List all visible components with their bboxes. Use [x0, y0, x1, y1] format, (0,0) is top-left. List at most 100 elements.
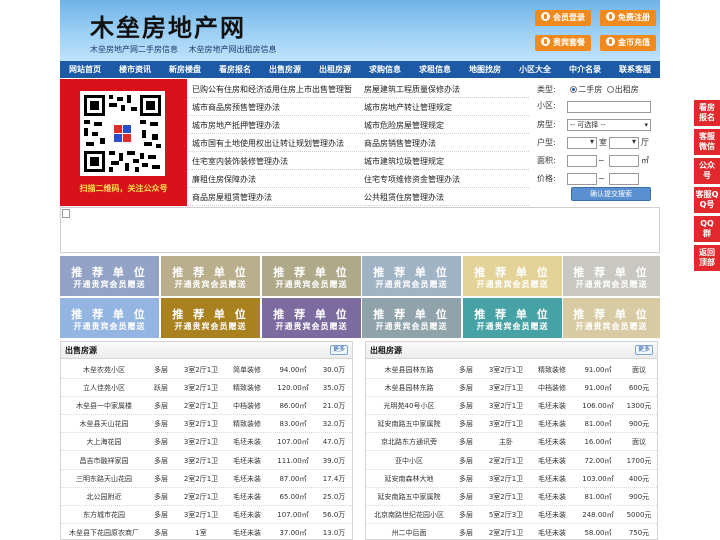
recommended-unit-ad[interactable]: 推 荐 单 位开通贵宾会员赠送 — [262, 298, 361, 338]
table-row[interactable]: 木垒县园林东路 多层 3室2厅1卫 精致装修 91.00㎡ 面议 — [366, 361, 657, 379]
listing-name-link[interactable]: 京北路东方通讯旁 — [368, 433, 450, 451]
policy-link[interactable]: 商品房销售管理办法 — [364, 135, 529, 152]
table-row[interactable]: 三明东路天山花园 多层 2室2厅1卫 毛坯未装 87.00㎡ 17.4万 — [61, 470, 352, 488]
table-row[interactable]: 延安南路五中家属院 多层 3室2厅1卫 毛坯未装 81.00㎡ 900元 — [366, 488, 657, 506]
layout-room-select[interactable]: ▾ — [567, 137, 597, 149]
table-row[interactable]: 木垒县下花园原农商厂 多层 1室 毛坯未装 37.00㎡ 13.0万 — [61, 524, 352, 540]
table-row[interactable]: 北公园附近 多层 2室2厅1卫 毛坯未装 65.00㎡ 25.0万 — [61, 488, 352, 506]
nav-rent-requests[interactable]: 求租信息 — [410, 61, 460, 78]
float-viewing-signup[interactable]: 看房 报名 — [694, 100, 720, 127]
policy-link[interactable]: 房屋建筑工程质量保修办法 — [364, 81, 529, 98]
table-row[interactable]: 昌吉市融祥家园 多层 3室2厅1卫 毛坯未装 111.00㎡ 39.0万 — [61, 452, 352, 470]
listing-name-link[interactable]: 木垒农苑小区 — [63, 361, 145, 379]
listing-name-link[interactable]: 三明东路天山花园 — [63, 470, 145, 488]
nav-viewing-signup[interactable]: 看房报名 — [210, 61, 260, 78]
recommended-unit-ad[interactable]: 推 荐 单 位开通贵宾会员赠送 — [563, 298, 660, 338]
policy-link[interactable]: 城市国有土地使用权出让转让规划管理办法 — [192, 135, 358, 152]
float-qq[interactable]: 客服Q Q号 — [694, 187, 720, 214]
listing-name-link[interactable]: 亚中小区 — [368, 452, 450, 470]
policy-link[interactable]: 住宅专项维修资金管理办法 — [364, 171, 529, 188]
recommended-unit-ad[interactable]: 推 荐 单 位开通贵宾会员赠送 — [362, 298, 461, 338]
table-row[interactable]: 京北路东方通讯旁 多层 主卧 毛坯未装 16.00㎡ 面议 — [366, 433, 657, 452]
free-register-button[interactable]: 免费注册 — [600, 10, 656, 26]
table-row[interactable]: 木垒农苑小区 多层 3室2厅1卫 简单装修 94.00㎡ 30.0万 — [61, 361, 352, 379]
nav-home[interactable]: 网站首页 — [60, 61, 110, 78]
area-min-input[interactable] — [567, 155, 597, 167]
table-row[interactable]: 东方城市花园 多层 3室2厅1卫 毛坯未装 107.00㎡ 56.0万 — [61, 506, 352, 524]
listing-name-link[interactable]: 光明苑40号小区 — [368, 397, 450, 415]
policy-link[interactable]: 廉租住房保障办法 — [192, 171, 358, 188]
nav-buy-requests[interactable]: 求购信息 — [360, 61, 410, 78]
table-row[interactable]: 州二中后面 多层 2室2厅1卫 毛坯未装 58.00㎡ 750元 — [366, 524, 657, 540]
recommended-unit-ad[interactable]: 推 荐 单 位开通贵宾会员赠送 — [262, 256, 361, 296]
table-row[interactable]: 北京南路世纪花园小区 多层 5室2厅3卫 毛坯未装 248.00㎡ 5000元 — [366, 506, 657, 524]
listing-name-link[interactable]: 北京南路世纪花园小区 — [368, 506, 450, 524]
policy-link[interactable]: 住宅室内装饰装修管理办法 — [192, 153, 358, 170]
nav-contact[interactable]: 联系客服 — [610, 61, 660, 78]
listing-name-link[interactable]: 木垒县下花园原农商厂 — [63, 524, 145, 540]
float-wechat[interactable]: 客服 微信 — [694, 129, 720, 156]
listing-name-link[interactable]: 延安南森林大地 — [368, 470, 450, 488]
subtitle-sale-link[interactable]: 木垒房地产网二手房信息 — [90, 45, 178, 54]
table-row[interactable]: 大上海花园 多层 3室2厅1卫 毛坯未装 107.00㎡ 47.0万 — [61, 433, 352, 452]
price-max-input[interactable] — [609, 173, 639, 185]
policy-link[interactable]: 公共租赁住房管理办法 — [364, 189, 529, 206]
listing-name-link[interactable]: 木垒县一中家属楼 — [63, 397, 145, 415]
table-row[interactable]: 光明苑40号小区 多层 3室2厅1卫 毛坯未装 106.00㎡ 1300元 — [366, 397, 657, 416]
recommended-unit-ad[interactable]: 推 荐 单 位开通贵宾会员赠送 — [60, 298, 159, 338]
price-min-input[interactable] — [567, 173, 597, 185]
table-row[interactable]: 木垒县园林东路 多层 3室2厅1卫 中档装修 91.00㎡ 600元 — [366, 379, 657, 398]
listing-name-link[interactable]: 立人佳苑小区 — [63, 379, 145, 397]
listing-name-link[interactable]: 北公园附近 — [63, 488, 145, 506]
recommended-unit-ad[interactable]: 推 荐 单 位开通贵宾会员赠送 — [463, 256, 562, 296]
listing-name-link[interactable]: 延安南路五中家属院 — [368, 415, 450, 433]
nav-news[interactable]: 楼市资讯 — [110, 61, 160, 78]
policy-link[interactable]: 城市房地产抵押管理办法 — [192, 117, 358, 134]
recommended-unit-ad[interactable]: 推 荐 单 位开通贵宾会员赠送 — [161, 256, 260, 296]
recommended-unit-ad[interactable]: 推 荐 单 位开通贵宾会员赠送 — [563, 256, 660, 296]
banner-ad[interactable] — [60, 207, 660, 253]
room-type-select[interactable]: -- 可选择 -- ▾ — [567, 119, 651, 131]
table-row[interactable]: 延安南路五中家属院 多层 3室2厅1卫 毛坯未装 81.00㎡ 900元 — [366, 415, 657, 434]
type-radio-rent[interactable]: 出租房 — [606, 85, 639, 94]
policy-link[interactable]: 城市房地产转让管理规定 — [364, 99, 529, 116]
listing-name-link[interactable]: 木垒县天山花园 — [63, 415, 145, 433]
search-submit-button[interactable]: 确认提交搜索 — [571, 187, 651, 201]
area-max-input[interactable] — [609, 155, 639, 167]
float-official-account[interactable]: 公众号 — [694, 158, 720, 185]
table-row[interactable]: 木垒县天山花园 多层 3室2厅1卫 精致装修 83.00㎡ 32.0万 — [61, 415, 352, 434]
listing-name-link[interactable]: 昌吉市融祥家园 — [63, 452, 145, 470]
listing-name-link[interactable]: 木垒县园林东路 — [368, 361, 450, 379]
policy-link[interactable]: 城市建筑垃圾管理规定 — [364, 153, 529, 170]
policy-link[interactable]: 已购公有住房和经济适用住房上市出售管理暂 — [192, 81, 358, 98]
rent-more-button[interactable]: 更多 — [635, 345, 653, 355]
community-input[interactable] — [567, 101, 651, 113]
float-qq-group[interactable]: QQ 群 — [694, 216, 720, 243]
sale-more-button[interactable]: 更多 — [330, 345, 348, 355]
listing-name-link[interactable]: 州二中后面 — [368, 524, 450, 540]
nav-sale-listings[interactable]: 出售房源 — [260, 61, 310, 78]
recommended-unit-ad[interactable]: 推 荐 单 位开通贵宾会员赠送 — [463, 298, 562, 338]
recommended-unit-ad[interactable]: 推 荐 单 位开通贵宾会员赠送 — [362, 256, 461, 296]
nav-map-search[interactable]: 地图找房 — [460, 61, 510, 78]
nav-new-homes[interactable]: 新房楼盘 — [160, 61, 210, 78]
listing-name-link[interactable]: 大上海花园 — [63, 433, 145, 451]
listing-name-link[interactable]: 木垒县园林东路 — [368, 379, 450, 397]
type-radio-sale[interactable]: 二手房 — [570, 85, 602, 94]
nav-rent-listings[interactable]: 出租房源 — [310, 61, 360, 78]
member-login-button[interactable]: 会员登录 — [535, 10, 591, 26]
nav-agents[interactable]: 中介名录 — [560, 61, 610, 78]
table-row[interactable]: 立人佳苑小区 跃层 3室2厅1卫 精致装修 120.00㎡ 35.0万 — [61, 379, 352, 398]
site-logo[interactable]: 木垒房地产网 — [90, 8, 246, 43]
table-row[interactable]: 亚中小区 多层 2室2厅1卫 毛坯未装 72.00㎡ 1700元 — [366, 452, 657, 470]
policy-link[interactable]: 城市商品房预售管理办法 — [192, 99, 358, 116]
float-back-to-top[interactable]: 返回 顶部 — [694, 245, 720, 272]
nav-communities[interactable]: 小区大全 — [510, 61, 560, 78]
coin-recharge-button[interactable]: 金币充值 — [600, 35, 656, 51]
subtitle-rent-link[interactable]: 木垒房地产网出租房信息 — [189, 45, 277, 54]
table-row[interactable]: 木垒县一中家属楼 多层 2室2厅1卫 中档装修 86.00㎡ 21.0万 — [61, 397, 352, 416]
policy-link[interactable]: 商品房屋租赁管理办法 — [192, 189, 358, 206]
policy-link[interactable]: 城市危险房屋管理规定 — [364, 117, 529, 134]
recommended-unit-ad[interactable]: 推 荐 单 位开通贵宾会员赠送 — [161, 298, 260, 338]
listing-name-link[interactable]: 延安南路五中家属院 — [368, 488, 450, 506]
